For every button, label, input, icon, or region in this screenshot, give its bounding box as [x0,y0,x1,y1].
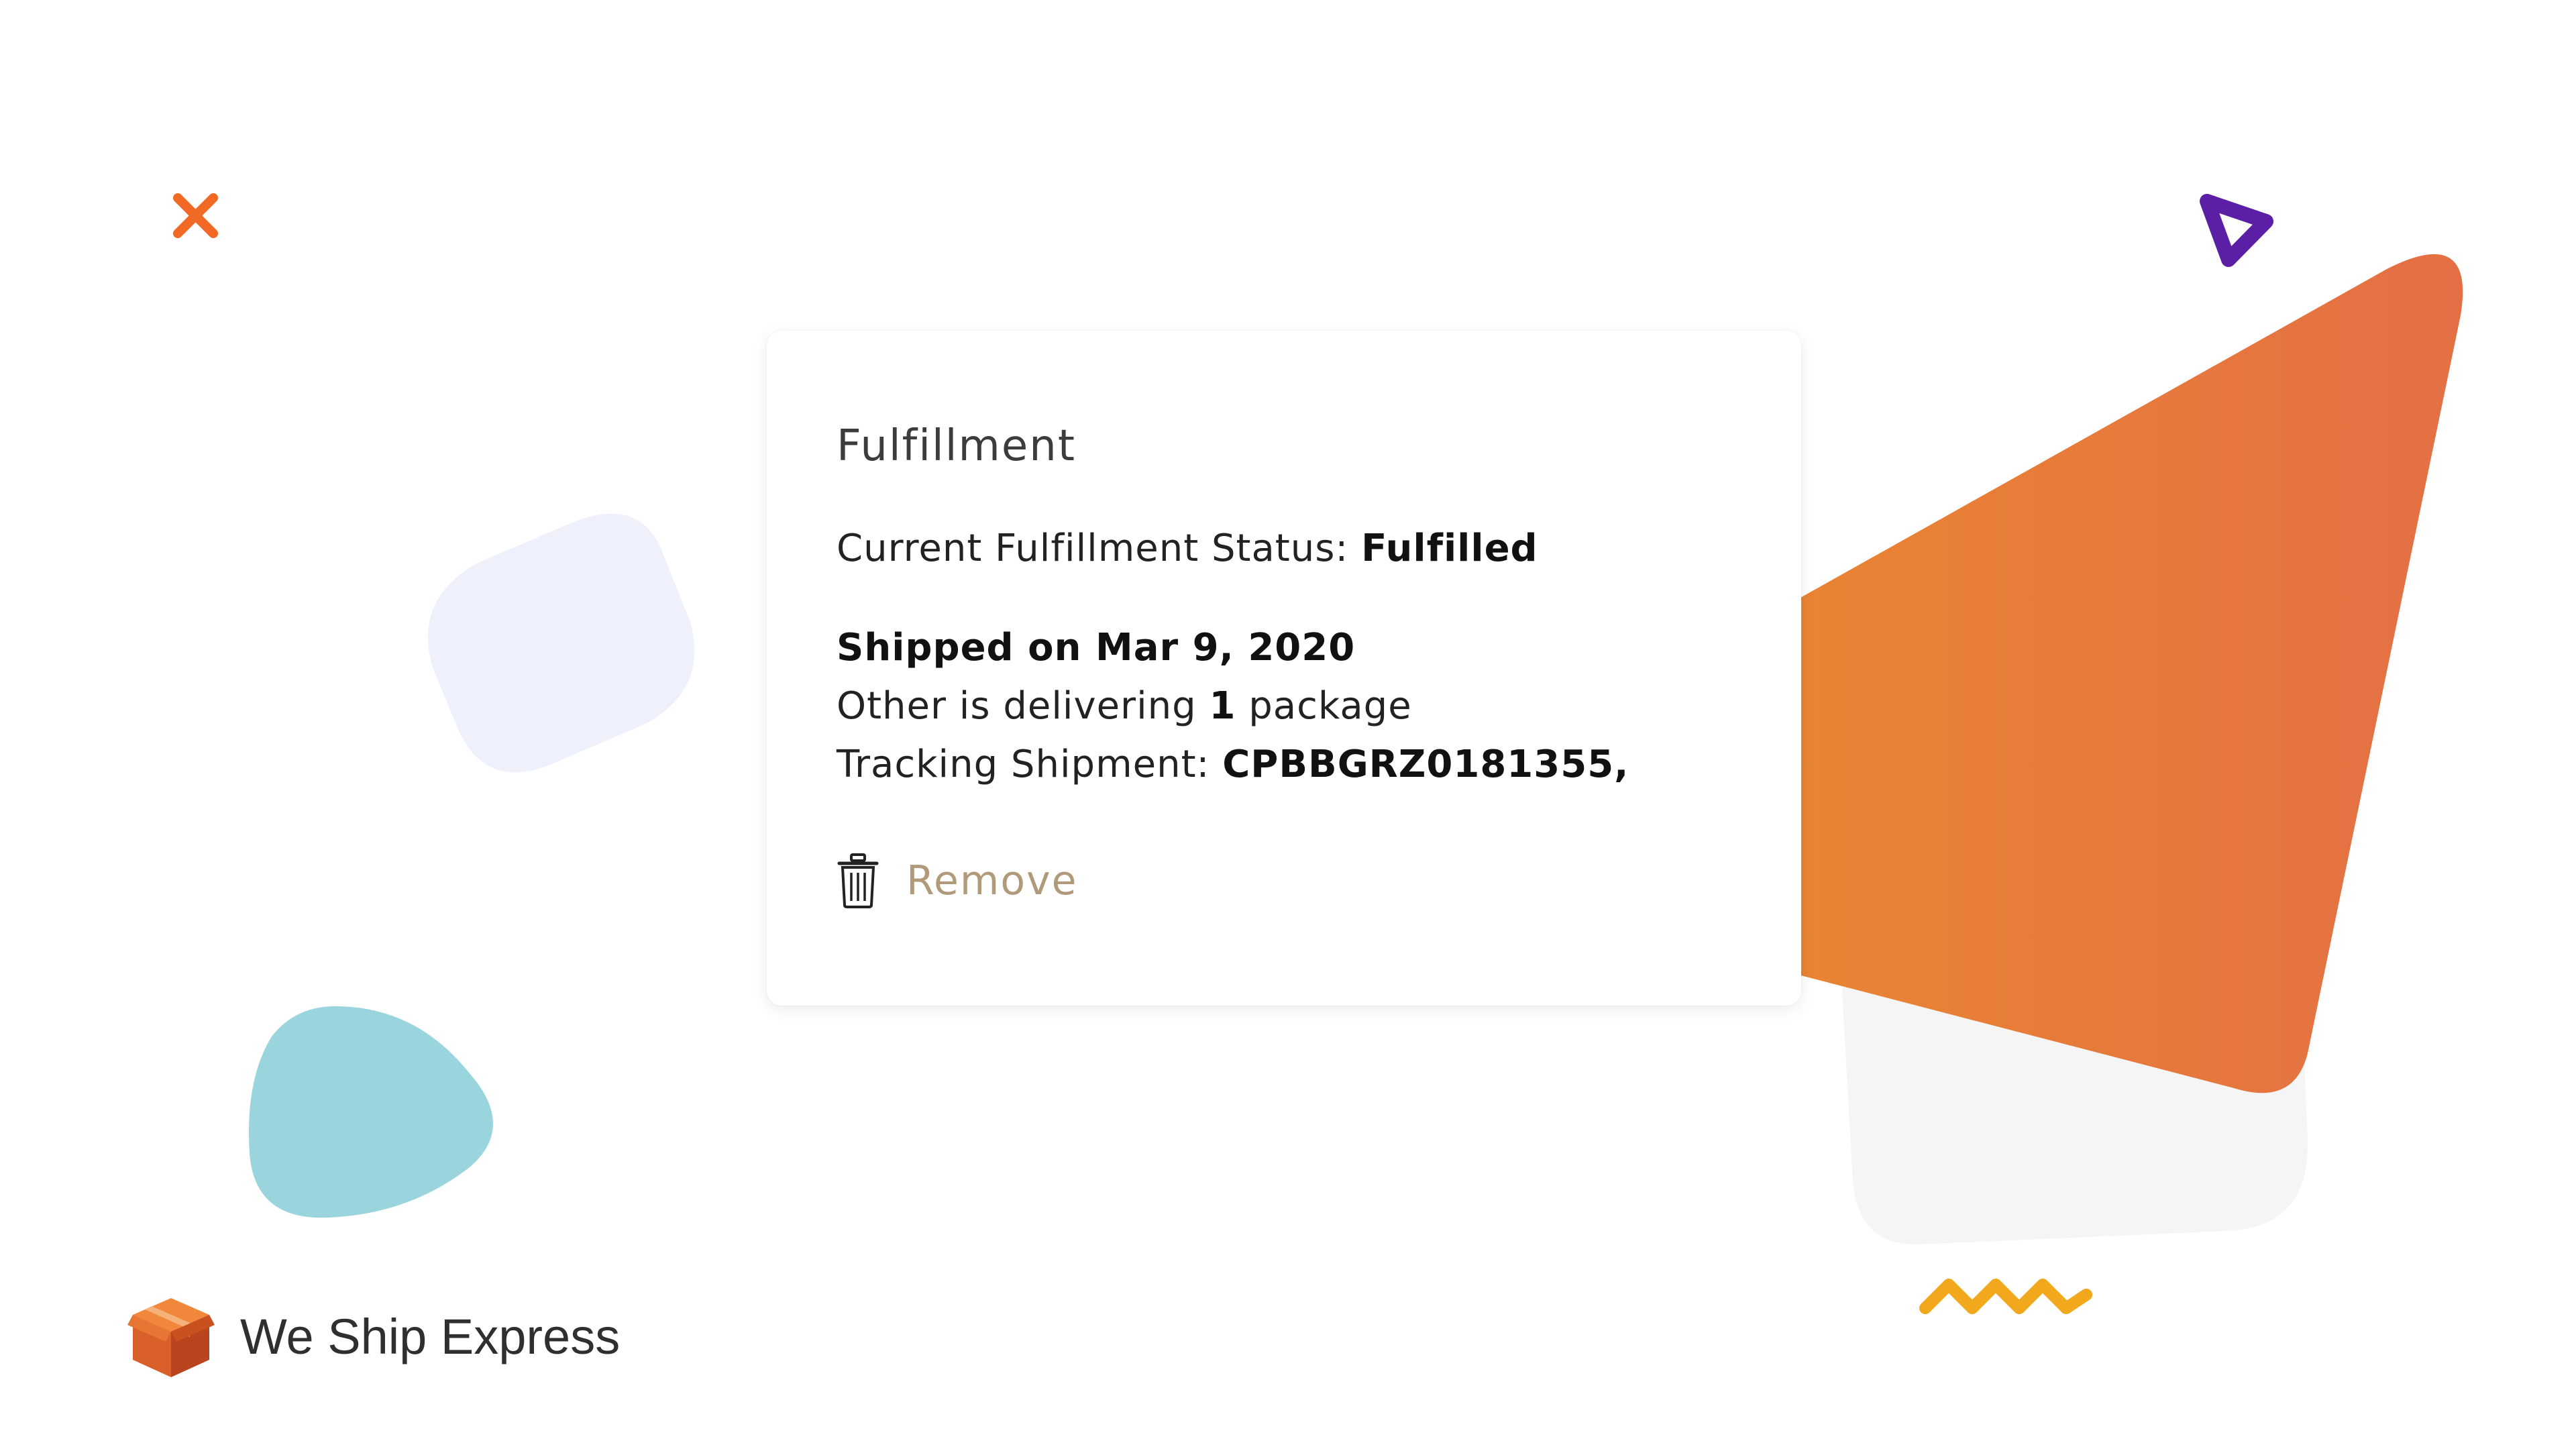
remove-button[interactable]: Remove [837,853,1078,909]
tracking-label: Tracking Shipment: [837,743,1223,786]
remove-label[interactable]: Remove [906,857,1078,904]
card-title: Fulfillment [837,421,1076,471]
status-value: Fulfilled [1361,527,1538,570]
lavender-square-shape [427,513,695,773]
status-label: Current Fulfillment Status: [837,527,1362,570]
delivery-info: Other is delivering 1 package [837,684,1412,728]
x-mark-shape [173,193,218,238]
tracking-number[interactable]: CPBBGRZ0181355, [1222,743,1629,786]
package-count: 1 [1209,684,1236,728]
tracking-info: Tracking Shipment: CPBBGRZ0181355, [837,743,1629,786]
shipped-date: Shipped on Mar 9, 2020 [837,626,1356,669]
trash-icon[interactable] [837,853,879,909]
delivering-prefix: Other is delivering [837,684,1210,728]
teal-blob-shape [248,1006,493,1218]
purple-triangle-shape [2200,194,2273,267]
brand: We Ship Express [127,1291,620,1382]
fulfillment-status: Current Fulfillment Status: Fulfilled [837,527,1538,570]
yellow-zigzag-shape [1919,1279,2092,1314]
box-icon [127,1298,215,1377]
brand-name: We Ship Express [240,1309,621,1364]
fulfillment-card: Fulfillment Current Fulfillment Status: … [767,331,1801,1006]
delivering-suffix: package [1236,684,1412,728]
